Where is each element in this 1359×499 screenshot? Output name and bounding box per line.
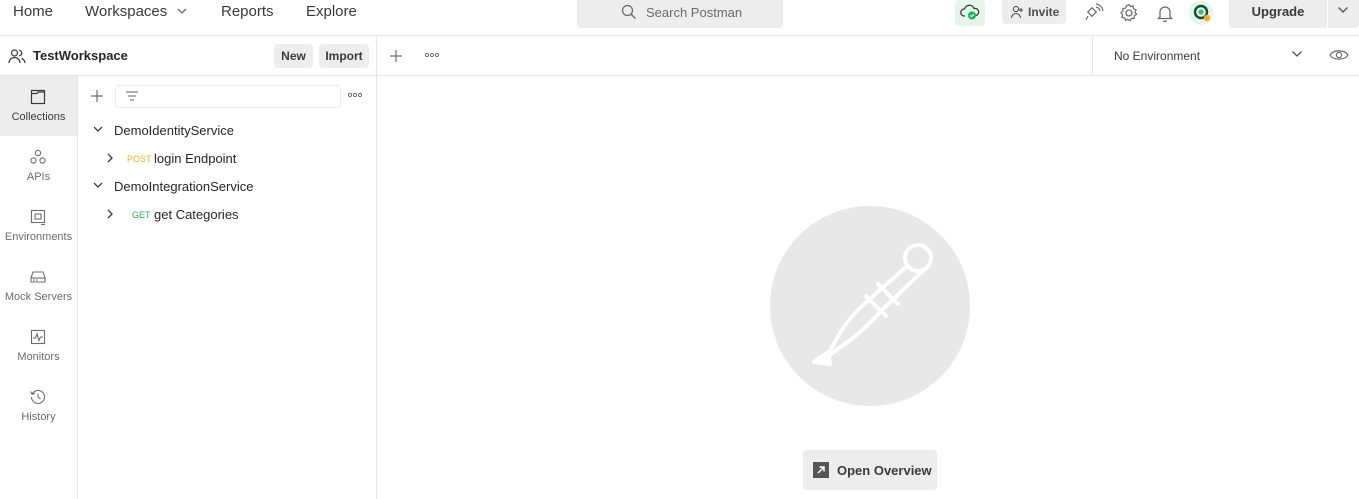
environment-label: No Environment [1114, 49, 1201, 63]
left-rail: Collections APIs Environments Mock Serve… [0, 76, 78, 499]
satellite-icon[interactable] [1083, 2, 1105, 24]
upgrade-button[interactable]: Upgrade [1229, 0, 1327, 28]
add-collection-plus-icon[interactable] [90, 89, 104, 103]
new-tab-plus-icon[interactable] [389, 49, 403, 63]
open-overview-button[interactable]: Open Overview [803, 450, 937, 490]
add-user-icon [1010, 5, 1023, 19]
history-icon [30, 389, 46, 404]
request-name: get Categories [154, 207, 239, 222]
monitors-icon [30, 329, 46, 345]
nav-workspaces[interactable]: Workspaces [85, 0, 187, 24]
open-external-icon [813, 462, 829, 478]
rail-item-collections[interactable]: Collections [0, 76, 77, 136]
workspace-name[interactable]: TestWorkspace [33, 48, 128, 63]
rail-label-history: History [21, 411, 56, 423]
sync-status-button[interactable] [955, 0, 985, 26]
nav-home[interactable]: Home [13, 0, 53, 24]
nav-workspaces-label: Workspaces [85, 3, 168, 20]
request-item[interactable]: POST login Endpoint [78, 144, 377, 172]
invite-label: Invite [1028, 5, 1060, 19]
chevron-down-icon [177, 8, 187, 14]
more-tabs-icon[interactable] [425, 52, 439, 58]
user-avatar[interactable] [1188, 0, 1214, 26]
rail-label-mock-servers: Mock Servers [4, 291, 73, 303]
import-button[interactable]: Import [319, 44, 369, 68]
request-item[interactable]: GET get Categories [78, 200, 377, 228]
mock-servers-icon [30, 271, 46, 283]
chevron-down-icon [1338, 7, 1348, 13]
chevron-right-icon[interactable] [106, 209, 114, 219]
postman-logo [770, 206, 970, 406]
rail-item-mock-servers[interactable]: Mock Servers [0, 256, 77, 316]
top-bar: Home Workspaces Reports Explore Search P… [0, 0, 1359, 36]
open-overview-label: Open Overview [837, 463, 932, 478]
nav-reports[interactable]: Reports [221, 0, 274, 24]
rail-label-monitors: Monitors [17, 351, 60, 363]
collection-name: DemoIdentityService [114, 123, 234, 138]
search-bar[interactable]: Search Postman [577, 0, 783, 28]
search-placeholder: Search Postman [646, 5, 743, 20]
upgrade-dropdown-button[interactable] [1328, 0, 1359, 28]
search-icon [621, 4, 636, 19]
chevron-down-icon[interactable] [93, 125, 103, 133]
postman-rocket-illustration-icon [812, 243, 933, 366]
sidebar-more-options-icon[interactable] [348, 92, 362, 98]
rail-label-apis: APIs [26, 171, 51, 183]
environment-selector[interactable]: No Environment [1092, 36, 1359, 76]
collection-item[interactable]: DemoIdentityService [78, 116, 377, 144]
filter-icon [126, 91, 138, 101]
chevron-right-icon[interactable] [106, 153, 114, 163]
rail-label-collections: Collections [11, 111, 66, 123]
environments-icon [30, 209, 46, 226]
collections-sidebar: DemoIdentityService POST login Endpoint … [78, 76, 377, 499]
rail-item-environments[interactable]: Environments [0, 196, 77, 256]
nav-explore[interactable]: Explore [306, 0, 357, 24]
notifications-bell-icon[interactable] [1154, 2, 1176, 24]
request-name: login Endpoint [154, 151, 237, 166]
request-method-badge: GET [132, 210, 151, 220]
rail-item-apis[interactable]: APIs [0, 136, 77, 196]
tab-bar [377, 36, 1093, 76]
chevron-down-icon [1292, 51, 1302, 57]
request-method-badge: POST [127, 154, 152, 164]
rail-item-history[interactable]: History [0, 376, 77, 436]
main-workspace-area: Open Overview [377, 76, 1359, 499]
new-button[interactable]: New [274, 44, 313, 68]
rail-item-monitors[interactable]: Monitors [0, 316, 77, 376]
workspace-header: TestWorkspace New Import [0, 36, 377, 76]
invite-button[interactable]: Invite [1002, 0, 1066, 24]
apis-icon [30, 149, 46, 164]
environment-quick-look-eye-icon[interactable] [1329, 48, 1349, 62]
cloud-sync-icon [960, 4, 980, 20]
rail-label-environments: Environments [4, 231, 73, 243]
collections-icon [30, 89, 46, 105]
settings-gear-icon[interactable] [1118, 2, 1140, 24]
collection-name: DemoIntegrationService [114, 179, 254, 194]
collections-filter-input[interactable] [115, 85, 341, 108]
chevron-down-icon[interactable] [93, 181, 103, 189]
team-icon [8, 49, 26, 64]
collection-item[interactable]: DemoIntegrationService [78, 172, 377, 200]
